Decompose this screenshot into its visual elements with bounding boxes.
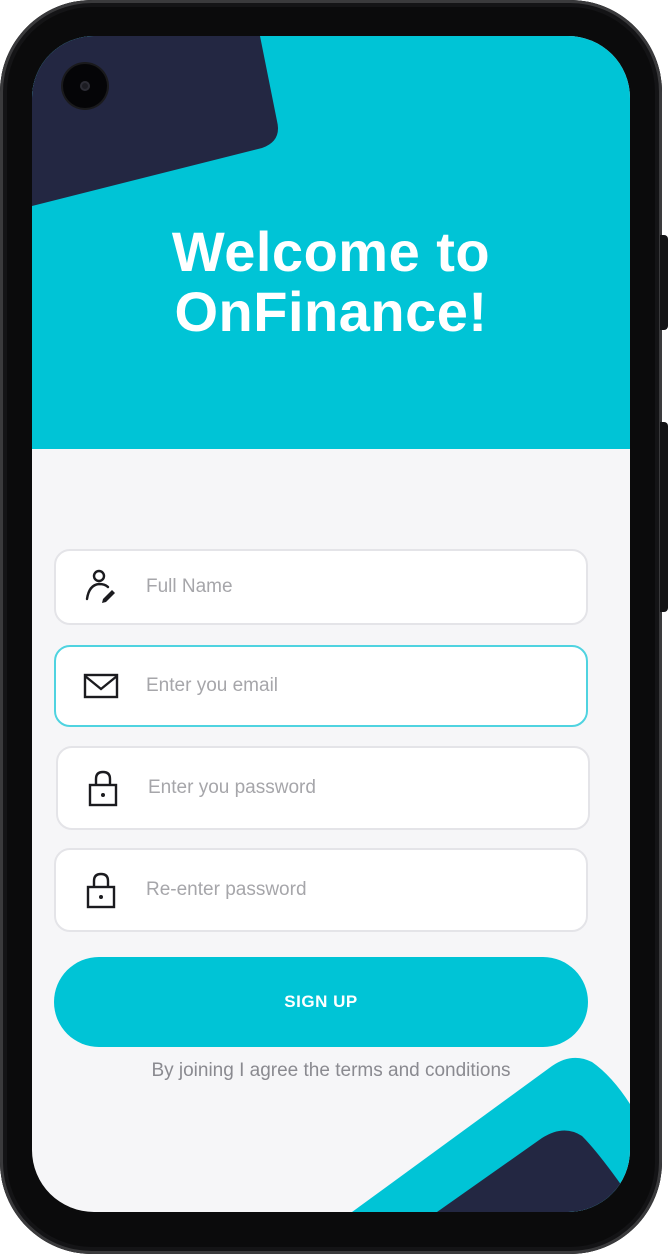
- corner-decor-shape: [352, 1057, 630, 1212]
- power-button: [660, 422, 668, 612]
- screen: Welcome to OnFinance! Full Name Enter yo…: [32, 36, 630, 1212]
- volume-button: [660, 235, 668, 330]
